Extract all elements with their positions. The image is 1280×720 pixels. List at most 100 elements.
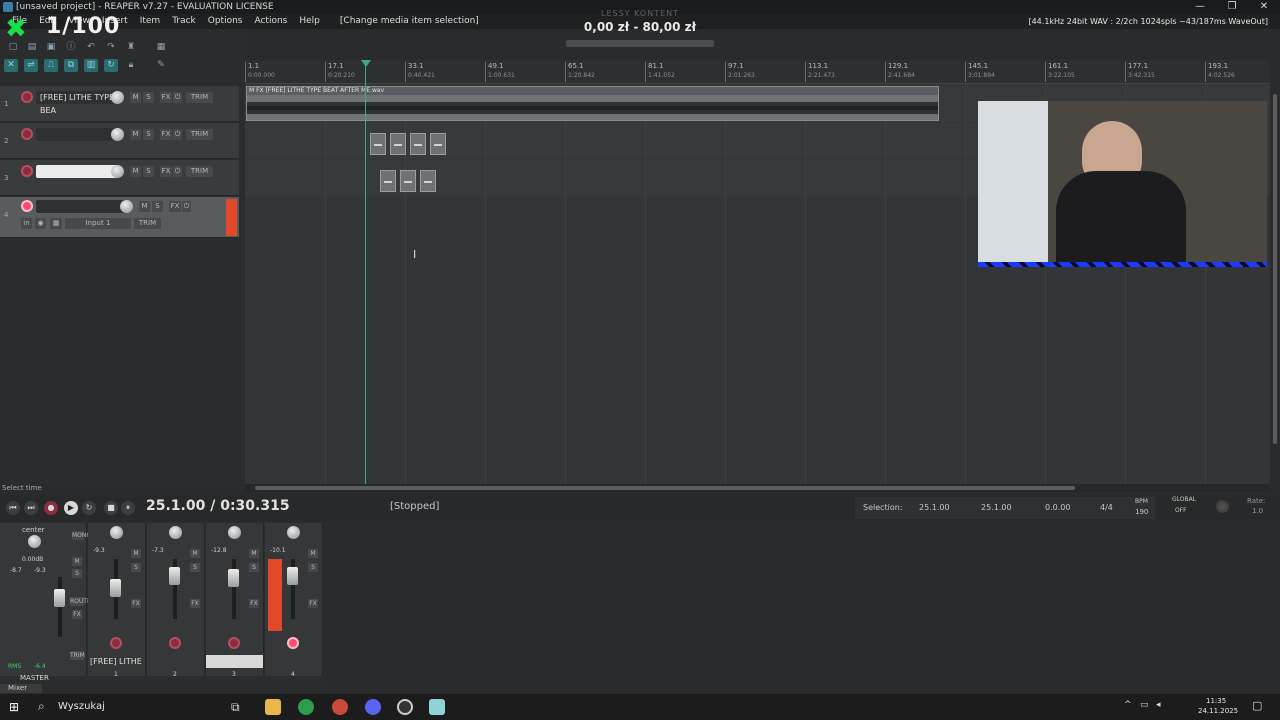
record-button-icon[interactable]: ●: [44, 501, 58, 515]
strip-pan-knob[interactable]: [110, 526, 123, 539]
volume-knob[interactable]: [111, 165, 124, 178]
strip-name[interactable]: [FREE] LITHE: [90, 657, 142, 666]
monitor-icon[interactable]: ◉: [35, 218, 46, 229]
track-3[interactable]: 3 M S FX ⏻ TRIM: [0, 160, 239, 196]
strip-mute-button[interactable]: M: [190, 549, 200, 558]
windows-start-icon[interactable]: ⊞: [9, 700, 23, 714]
save-project-icon[interactable]: ▣: [44, 41, 58, 54]
tray-overflow-icon[interactable]: ^: [1124, 700, 1132, 710]
media-item[interactable]: [420, 170, 436, 192]
grid-snap-icon[interactable]: ▥: [84, 59, 98, 72]
media-item[interactable]: [390, 133, 406, 155]
menu-options[interactable]: Options: [202, 14, 249, 29]
taskbar-date[interactable]: 24.11.2025: [1198, 707, 1238, 715]
strip-fx-button[interactable]: FX: [131, 599, 141, 608]
redo-icon[interactable]: ↷: [104, 41, 118, 54]
fx-bypass-icon[interactable]: ⏻: [173, 92, 182, 103]
stop-button-icon[interactable]: ■: [104, 501, 118, 515]
media-item[interactable]: [400, 170, 416, 192]
fx-button[interactable]: FX: [160, 129, 172, 140]
solo-button[interactable]: S: [143, 92, 154, 103]
snap-icon[interactable]: ⧉: [64, 59, 78, 72]
menu-actions[interactable]: Actions: [248, 14, 293, 29]
global-automation-value[interactable]: OFF: [1175, 507, 1187, 514]
menu-item[interactable]: Item: [134, 14, 167, 29]
repeat-icon[interactable]: ↻: [82, 501, 96, 515]
master-fx-button[interactable]: FX: [72, 610, 82, 619]
audio-device-status[interactable]: [44.1kHz 24bit WAV : 2/2ch 1024spls ~43/…: [1022, 14, 1274, 29]
record-arm-icon[interactable]: [21, 91, 33, 103]
volume-knob[interactable]: [111, 91, 124, 104]
lock-icon[interactable]: 🔒︎: [124, 59, 138, 72]
fx-button[interactable]: FX: [160, 166, 172, 177]
selection-start[interactable]: 25.1.00: [919, 503, 950, 512]
strip-fx-button[interactable]: FX: [190, 599, 200, 608]
record-mode-icon[interactable]: ▦: [50, 218, 62, 229]
strip-mute-button[interactable]: M: [308, 549, 318, 558]
strip-record-arm-icon[interactable]: [287, 637, 299, 649]
fx-button[interactable]: FX: [169, 201, 181, 212]
menu-track[interactable]: Track: [166, 14, 202, 29]
edit-cursor[interactable]: [365, 60, 366, 484]
mute-button[interactable]: M: [130, 129, 141, 140]
strip-fx-button[interactable]: FX: [308, 599, 318, 608]
strip-solo-button[interactable]: S: [308, 563, 318, 572]
selection-length[interactable]: 0.0.00: [1045, 503, 1070, 512]
strip-fx-button[interactable]: FX: [249, 599, 259, 608]
input-select[interactable]: Input 1: [65, 218, 131, 229]
master-mute-button[interactable]: M: [72, 557, 82, 566]
envelope-tool-icon[interactable]: ✎: [154, 59, 168, 72]
horizontal-scroll-thumb[interactable]: [255, 486, 1075, 490]
selection-end[interactable]: 25.1.00: [981, 503, 1012, 512]
record-arm-icon[interactable]: [21, 128, 33, 140]
solo-button[interactable]: S: [152, 201, 163, 212]
input-monitor-label[interactable]: in: [21, 218, 32, 229]
edit-cursor-head-icon[interactable]: [361, 60, 371, 67]
close-button[interactable]: ✕: [1248, 0, 1280, 14]
timeline-ruler[interactable]: 1.1 0:00.000 17.1 0:20.210 33.1 0:40.421 49…: [245, 60, 1270, 84]
horizontal-scrollbar[interactable]: [245, 484, 1270, 492]
fx-bypass-icon[interactable]: ⏻: [173, 166, 182, 177]
discord-icon[interactable]: [365, 699, 381, 715]
minimize-button[interactable]: —: [1184, 0, 1216, 14]
time-signature[interactable]: 4/4: [1100, 503, 1113, 512]
fx-bypass-icon[interactable]: ⏻: [182, 201, 191, 212]
mute-button[interactable]: M: [130, 166, 141, 177]
opera-icon[interactable]: [332, 699, 348, 715]
play-button-icon[interactable]: ▶: [64, 501, 78, 515]
volume-knob[interactable]: [120, 200, 133, 213]
automation-trim-button[interactable]: TRIM: [134, 218, 161, 229]
fx-button[interactable]: FX: [160, 92, 172, 103]
master-mono-button[interactable]: MONO: [72, 531, 91, 540]
media-item[interactable]: [410, 133, 426, 155]
master-trim-button[interactable]: TRIM: [70, 651, 85, 660]
strip-fader-handle[interactable]: [169, 567, 180, 585]
strip-record-arm-icon[interactable]: [228, 637, 240, 649]
strip-mute-button[interactable]: M: [131, 549, 141, 558]
rate-knob[interactable]: [1216, 500, 1229, 513]
mute-button[interactable]: M: [130, 92, 141, 103]
strip-mute-button[interactable]: M: [249, 549, 259, 558]
rate-value[interactable]: 1.0: [1252, 507, 1263, 515]
strip-record-arm-icon[interactable]: [169, 637, 181, 649]
task-view-icon[interactable]: ⧉: [231, 699, 247, 715]
solo-button[interactable]: S: [143, 166, 154, 177]
mute-button[interactable]: M: [139, 201, 150, 212]
automation-trim-button[interactable]: TRIM: [186, 129, 213, 140]
master-route-button[interactable]: ROUTE: [70, 597, 91, 606]
master-pan-knob[interactable]: [28, 535, 41, 548]
pause-button-icon[interactable]: ⏸: [121, 501, 135, 515]
strip-pan-knob[interactable]: [228, 526, 241, 539]
automation-trim-button[interactable]: TRIM: [186, 166, 213, 177]
ripple-edit-icon[interactable]: ✕: [4, 59, 18, 72]
mixer-tab[interactable]: Mixer: [0, 684, 42, 693]
strip-pan-knob[interactable]: [169, 526, 182, 539]
global-automation-label[interactable]: GLOBAL: [1172, 496, 1196, 503]
taskbar-time[interactable]: 11:35: [1206, 697, 1226, 705]
master-solo-button[interactable]: S: [72, 569, 82, 578]
metronome-icon[interactable]: ♜: [124, 41, 138, 54]
master-fader-handle[interactable]: [54, 589, 65, 607]
go-to-end-icon[interactable]: ⏭: [24, 501, 38, 515]
vertical-scrollbar[interactable]: [1270, 84, 1280, 484]
reaper-taskbar-icon[interactable]: [429, 699, 445, 715]
